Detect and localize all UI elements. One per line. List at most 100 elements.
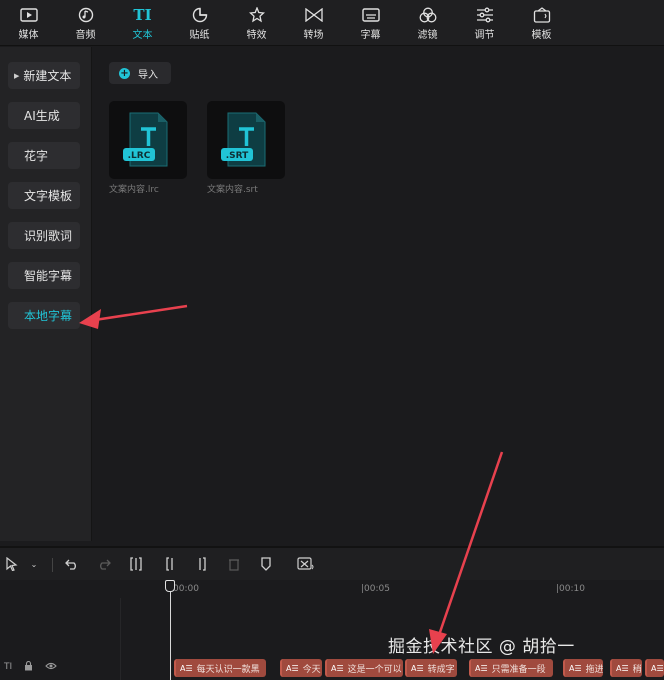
subtitle-clip[interactable]: A☰ 今天: [280, 659, 322, 677]
tab-label: 媒体: [18, 29, 39, 41]
tab-transition[interactable]: 转场: [285, 0, 342, 46]
subtitle-clip[interactable]: A☰: [645, 659, 664, 677]
tab-label: 文本: [132, 29, 153, 41]
sidebar-item-new-text[interactable]: ▶ 新建文本: [8, 62, 80, 89]
auto-subtitle-icon[interactable]: [296, 556, 316, 572]
tab-label: 转场: [303, 29, 324, 41]
sidebar-item-label: 智能字幕: [24, 269, 73, 283]
file-name-srt: 文案内容.srt: [207, 185, 258, 195]
sidebar-item-local-subtitle[interactable]: 本地字幕: [8, 302, 80, 329]
subtitle-icon: [361, 6, 381, 24]
clip-text: 今天: [302, 664, 321, 675]
marker-icon[interactable]: [258, 556, 274, 572]
select-cursor-icon[interactable]: [5, 556, 19, 572]
sidebar-item-label: 识别歌词: [24, 229, 73, 243]
text-clip-icon: A☰: [331, 663, 344, 673]
divider: [52, 558, 53, 572]
tab-effects[interactable]: 特效: [228, 0, 285, 46]
tick-label: |00:10: [556, 584, 585, 594]
tab-filter[interactable]: 滤镜: [399, 0, 456, 46]
chevron-down-icon[interactable]: ⌄: [29, 556, 39, 572]
text-clip-icon: A☰: [651, 663, 664, 673]
top-toolbar: 媒体 音频 TI 文本 贴纸 特效 转场 字幕 滤镜 调节 模板: [0, 0, 664, 46]
redo-icon[interactable]: [96, 556, 112, 572]
subtitle-clip[interactable]: A☰ 稍: [610, 659, 642, 677]
text-track-header: TI: [0, 657, 120, 677]
text-clip-icon: A☰: [411, 663, 424, 673]
playhead-handle[interactable]: [165, 580, 175, 592]
playhead-line[interactable]: [170, 580, 171, 680]
delete-icon[interactable]: [226, 556, 242, 572]
track-header-divider: [120, 598, 121, 680]
adjust-icon: [475, 6, 495, 24]
expand-triangle-icon: ▶: [14, 71, 20, 80]
sidebar-item-label: 新建文本: [23, 69, 72, 83]
file-badge: .LRC: [128, 151, 151, 161]
file-card-lrc[interactable]: .LRC: [109, 101, 187, 179]
import-label: 导入: [138, 69, 158, 81]
tab-label: 模板: [531, 29, 552, 41]
tab-sticker[interactable]: 贴纸: [171, 0, 228, 46]
clip-text: 拖进: [585, 664, 603, 675]
tab-template[interactable]: 模板: [513, 0, 570, 46]
clip-text: 这是一个可以: [347, 664, 402, 675]
tick-label: |00:05: [361, 584, 390, 594]
text-category-sidebar: ▶ 新建文本 AI生成 花字 文字模板 识别歌词 智能字幕 本地字幕: [0, 47, 92, 541]
sidebar-item-label: 文字模板: [24, 189, 73, 203]
text-clip-icon: A☰: [286, 663, 299, 673]
split-icon[interactable]: [128, 556, 144, 572]
clip-text: 只需准备一段: [491, 664, 546, 675]
text-icon: TI: [133, 5, 152, 24]
lrc-file-icon: .LRC: [123, 112, 168, 167]
clip-text: 每天认识一款黑: [196, 664, 260, 675]
subtitle-clip[interactable]: A☰ 拖进: [563, 659, 603, 677]
effects-icon: [247, 6, 267, 24]
tab-label: 贴纸: [189, 29, 210, 41]
tab-media[interactable]: 媒体: [0, 0, 57, 46]
tab-audio[interactable]: 音频: [57, 0, 114, 46]
undo-icon[interactable]: [64, 556, 80, 572]
subtitle-clip[interactable]: A☰ 每天认识一款黑: [174, 659, 266, 677]
text-track-icon: TI: [4, 662, 13, 672]
transition-icon: [304, 6, 324, 24]
tab-label: 字幕: [360, 29, 381, 41]
file-badge: .SRT: [226, 151, 249, 161]
tab-label: 特效: [246, 29, 267, 41]
srt-file-icon: .SRT: [221, 112, 266, 167]
sidebar-item-recognize-lyrics[interactable]: 识别歌词: [8, 222, 80, 249]
tab-adjust[interactable]: 调节: [456, 0, 513, 46]
subtitle-clip[interactable]: A☰ 转成字: [405, 659, 457, 677]
import-button[interactable]: + 导入: [109, 62, 171, 84]
sidebar-item-ai-generate[interactable]: AI生成: [8, 102, 80, 129]
sidebar-item-label: 花字: [24, 149, 49, 163]
lock-icon[interactable]: [24, 660, 33, 674]
watermark: 掘金技术社区 @ 胡拾一: [388, 637, 575, 657]
sidebar-item-smart-subtitle[interactable]: 智能字幕: [8, 262, 80, 289]
tab-label: 音频: [75, 29, 96, 41]
tab-label: 滤镜: [417, 29, 438, 41]
audio-icon: [76, 6, 96, 24]
tick-label: 00:00: [173, 584, 199, 594]
timeline-toolbar: ⌄: [0, 546, 664, 580]
sidebar-item-fancy-text[interactable]: 花字: [8, 142, 80, 169]
eye-icon[interactable]: [45, 662, 57, 673]
sidebar-item-label: 本地字幕: [24, 309, 73, 323]
template-icon: [532, 6, 552, 24]
tab-text[interactable]: TI 文本: [114, 0, 171, 46]
clip-text: 转成字: [427, 664, 455, 675]
local-subtitle-panel: + 导入 .LRC 文案内容.lrc .SRT 文案内容.srt: [93, 47, 664, 541]
file-card-srt[interactable]: .SRT: [207, 101, 285, 179]
sidebar-item-label: AI生成: [24, 109, 60, 123]
plus-icon: +: [119, 67, 130, 79]
filter-icon: [418, 6, 438, 24]
text-clip-icon: A☰: [475, 663, 488, 673]
subtitle-clip[interactable]: A☰ 这是一个可以: [325, 659, 403, 677]
time-ruler[interactable]: 00:00 |00:05 |00:10: [171, 580, 664, 598]
trim-left-icon[interactable]: [162, 556, 178, 572]
clip-text: 稍: [632, 664, 642, 675]
trim-right-icon[interactable]: [194, 556, 210, 572]
subtitle-clip[interactable]: A☰ 只需准备一段: [469, 659, 553, 677]
text-clip-icon: A☰: [569, 663, 582, 673]
sidebar-item-text-template[interactable]: 文字模板: [8, 182, 80, 209]
tab-subtitle[interactable]: 字幕: [342, 0, 399, 46]
